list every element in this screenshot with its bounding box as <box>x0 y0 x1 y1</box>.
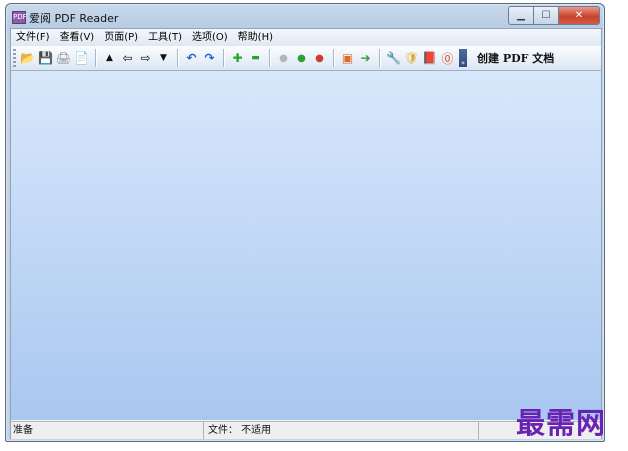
page-view-icon[interactable]: ▣ <box>339 49 356 67</box>
green-circle-icon[interactable]: ● <box>293 49 310 67</box>
document-view[interactable] <box>11 71 601 420</box>
app-icon: PDF <box>12 11 27 24</box>
redo-icon[interactable]: ↷ <box>201 49 218 67</box>
status-ready: 准备 <box>11 422 204 439</box>
gray-circle-icon[interactable]: ● <box>275 49 292 67</box>
forward-arrow-icon[interactable]: ⇨ <box>137 49 154 67</box>
title-bar[interactable]: PDF 爱阅 PDF Reader ▁ ☐ ✕ <box>6 4 604 30</box>
toolbar-overflow-icon[interactable]: » <box>459 49 467 67</box>
save-icon[interactable]: 💾 <box>37 49 54 67</box>
book-icon[interactable]: 📕 <box>421 49 438 67</box>
toolbar: 📂 💾 🖨 📄 ▲ ⇦ ⇨ ▼ ↶ ↷ ✚ ▬ ● ● ● ▣ ➔ 🔧 🛡 📕 … <box>11 46 601 71</box>
toolbar-separator <box>223 49 225 67</box>
info-icon[interactable]: ⓪ <box>439 49 456 67</box>
menu-help[interactable]: 帮助(H) <box>233 29 278 46</box>
open-icon[interactable]: 📂 <box>19 49 36 67</box>
print-icon[interactable]: 🖨 <box>55 49 72 67</box>
red-circle-icon[interactable]: ● <box>311 49 328 67</box>
menu-tools[interactable]: 工具(T) <box>143 29 187 46</box>
back-arrow-icon[interactable]: ⇦ <box>119 49 136 67</box>
menu-page[interactable]: 页面(P) <box>99 29 143 46</box>
watermark: 最需网 <box>516 406 607 440</box>
maximize-button[interactable]: ☐ <box>534 6 559 25</box>
zoom-out-icon[interactable]: ▬ <box>247 49 264 67</box>
wrench-icon[interactable]: 🔧 <box>385 49 402 67</box>
menu-file[interactable]: 文件(F) <box>11 29 55 46</box>
menu-view[interactable]: 查看(V) <box>55 29 100 46</box>
copy-icon[interactable]: 📄 <box>73 49 90 67</box>
close-button[interactable]: ✕ <box>559 6 600 25</box>
page-up-icon[interactable]: ▲ <box>101 49 118 67</box>
status-file: 文件： 不适用 <box>204 422 479 439</box>
zoom-in-icon[interactable]: ✚ <box>229 49 246 67</box>
menu-bar: 文件(F) 查看(V) 页面(P) 工具(T) 选项(O) 帮助(H) <box>11 29 601 46</box>
create-pdf-button[interactable]: 创建 PDF 文档 <box>477 50 554 66</box>
shield-icon[interactable]: 🛡 <box>403 49 420 67</box>
minimize-button[interactable]: ▁ <box>508 6 534 25</box>
toolbar-separator <box>95 49 97 67</box>
window-controls: ▁ ☐ ✕ <box>508 6 600 25</box>
page-down-icon[interactable]: ▼ <box>155 49 172 67</box>
menu-options[interactable]: 选项(O) <box>187 29 233 46</box>
toolbar-separator <box>269 49 271 67</box>
app-window: PDF 爱阅 PDF Reader ▁ ☐ ✕ 文件(F) 查看(V) 页面(P… <box>5 3 605 442</box>
toolbar-grip[interactable] <box>13 49 16 67</box>
client-area: 文件(F) 查看(V) 页面(P) 工具(T) 选项(O) 帮助(H) 📂 💾 … <box>10 28 602 439</box>
toolbar-separator <box>379 49 381 67</box>
window-title: 爱阅 PDF Reader <box>29 12 119 25</box>
toolbar-separator <box>177 49 179 67</box>
undo-icon[interactable]: ↶ <box>183 49 200 67</box>
toolbar-separator <box>333 49 335 67</box>
status-bar: 准备 文件： 不适用 <box>11 421 601 439</box>
export-icon[interactable]: ➔ <box>357 49 374 67</box>
